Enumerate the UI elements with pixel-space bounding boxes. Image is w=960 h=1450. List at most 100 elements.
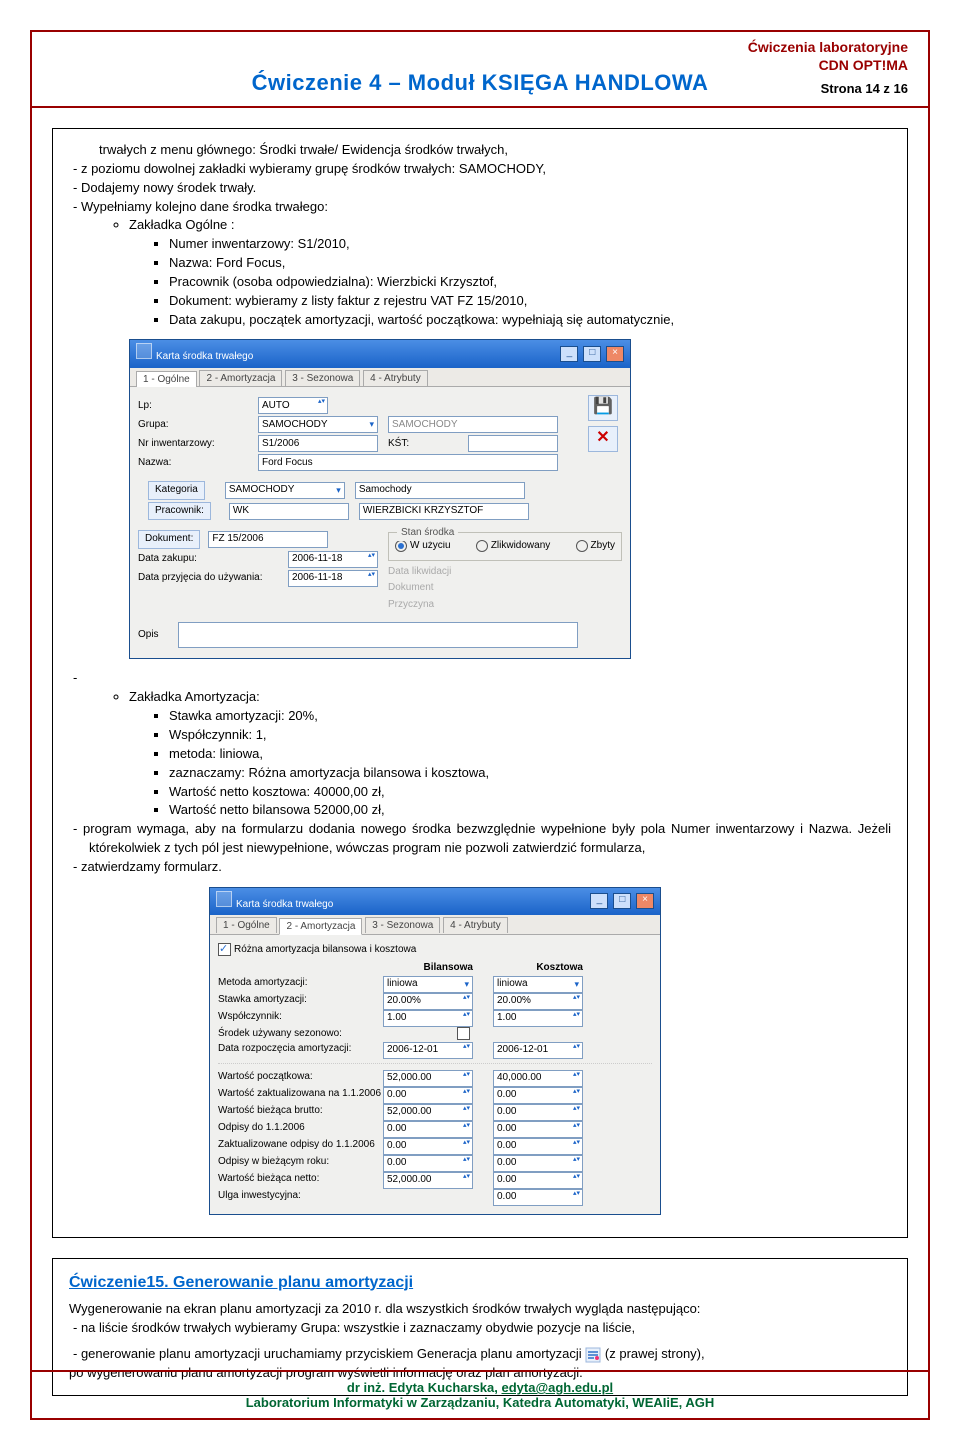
- minimize-button[interactable]: _: [560, 346, 578, 362]
- nrinw-label: Nr inwentarzowy:: [138, 437, 258, 452]
- nrinw-field[interactable]: S1/2006: [258, 435, 378, 452]
- lp-field[interactable]: AUTO: [258, 397, 328, 414]
- r-wartpocz: Wartość początkowa:: [218, 1070, 383, 1087]
- zod-bil[interactable]: 0.00: [383, 1138, 473, 1155]
- datarozp-bil[interactable]: 2006-12-01: [383, 1042, 473, 1059]
- wp-bil[interactable]: 52,000.00: [383, 1070, 473, 1087]
- chk-rozna[interactable]: [218, 943, 231, 956]
- data-zakupu-field[interactable]: 2006-11-18: [288, 551, 378, 568]
- wbb-kos[interactable]: 0.00: [493, 1104, 583, 1121]
- wbn-kos[interactable]: 0.00: [493, 1172, 583, 1189]
- maximize-button[interactable]: □: [613, 893, 631, 909]
- square-item: metoda: liniowa,: [169, 745, 891, 764]
- window-buttons: _ □ ×: [558, 346, 624, 362]
- minimize-button[interactable]: _: [590, 893, 608, 909]
- r-wartzakt: Wartość zaktualizowana na 1.1.2006: [218, 1087, 383, 1104]
- tab-amortyzacja[interactable]: 2 - Amortyzacja: [279, 918, 362, 935]
- ulga-kos[interactable]: 0.00: [493, 1189, 583, 1206]
- square-item: Pracownik (osoba odpowiedzialna): Wierzb…: [169, 273, 891, 292]
- kst-field[interactable]: [468, 435, 558, 452]
- tab-amortyzacja[interactable]: 2 - Amortyzacja: [199, 370, 282, 386]
- obr-kos[interactable]: 0.00: [493, 1155, 583, 1172]
- square-item: zaznaczamy: Różna amortyzacja bilansowa …: [169, 764, 891, 783]
- dokument-l-label: Dokument: [388, 581, 622, 596]
- save-button[interactable]: 💾: [588, 395, 618, 421]
- wsp-bil[interactable]: 1.00: [383, 1010, 473, 1027]
- cancel-button[interactable]: ✕: [588, 426, 618, 452]
- exercise-15-title: Ćwiczenie15. Generowanie planu amortyzac…: [69, 1271, 891, 1294]
- dash-item: program wymaga, aby na formularzu dodani…: [89, 820, 891, 858]
- titlebar[interactable]: Karta środka trwałego _ □ ×: [130, 340, 630, 368]
- close-button[interactable]: ×: [636, 893, 654, 909]
- wbb-bil[interactable]: 52,000.00: [383, 1104, 473, 1121]
- circle-list-2w: Zakładka Amortyzacja: Stawka amortyzacji…: [69, 669, 891, 820]
- radio-wuzyciu[interactable]: [395, 540, 407, 552]
- kategoria-button[interactable]: Kategoria: [148, 481, 205, 500]
- titlebar-2[interactable]: Karta środka trwałego _ □ ×: [210, 888, 660, 916]
- circle-item: Zakładka Ogólne : Numer inwentarzowy: S1…: [129, 216, 891, 329]
- col-bilansowa: Bilansowa: [383, 961, 473, 976]
- grupa-field-2[interactable]: SAMOCHODY: [388, 416, 558, 433]
- pracownik-field-2[interactable]: WIERZBICKI KRZYSZTOF: [359, 503, 529, 520]
- dokument-field[interactable]: FZ 15/2006: [208, 531, 328, 548]
- opis-field[interactable]: [178, 622, 578, 648]
- dokument-button[interactable]: Dokument:: [138, 530, 200, 549]
- tab-ogolne[interactable]: 1 - Ogólne: [216, 917, 277, 933]
- tab-atrybuty[interactable]: 4 - Atrybuty: [363, 370, 428, 386]
- square-item: Wartość netto bilansowa 52000,00 zł,: [169, 801, 891, 820]
- radio-zlikwidowany[interactable]: [476, 540, 488, 552]
- pracownik-button[interactable]: Pracownik:: [148, 502, 211, 521]
- chk-sezon[interactable]: [457, 1027, 470, 1040]
- tab-sezonowa[interactable]: 3 - Sezonowa: [285, 370, 360, 386]
- tab-sezonowa[interactable]: 3 - Sezonowa: [365, 917, 440, 933]
- wbn-bil[interactable]: 52,000.00: [383, 1172, 473, 1189]
- stawka-bil[interactable]: 20.00%: [383, 993, 473, 1010]
- square-item: Wartość netto kosztowa: 40000,00 zł,: [169, 783, 891, 802]
- obr-bil[interactable]: 0.00: [383, 1155, 473, 1172]
- stawka-kos[interactable]: 20.00%: [493, 993, 583, 1010]
- zod-kos[interactable]: 0.00: [493, 1138, 583, 1155]
- page-header: Ćwiczenia laboratoryjne CDN OPT!MA Ćwicz…: [32, 32, 928, 108]
- metoda-kos[interactable]: liniowa: [493, 976, 583, 993]
- r-sezon: Środek używany sezonowo:: [218, 1027, 383, 1042]
- radio-zbyty[interactable]: [576, 540, 588, 552]
- stan-fieldset: Stan środka W użyciu Zlikwidowany Zbyty: [388, 532, 622, 561]
- ex15-list-2: generowanie planu amortyzacji uruchamiam…: [69, 1345, 891, 1364]
- od1-kos[interactable]: 0.00: [493, 1121, 583, 1138]
- maximize-button[interactable]: □: [583, 346, 601, 362]
- r-datarozp: Data rozpoczęcia amortyzacji:: [218, 1042, 383, 1059]
- nazwa-field[interactable]: Ford Focus: [258, 454, 558, 471]
- square-item: Stawka amortyzacji: 20%,: [169, 707, 891, 726]
- r-metoda: Metoda amortyzacji:: [218, 976, 383, 993]
- dash-item: Wypełniamy kolejno dane środka trwałego:…: [89, 198, 891, 330]
- kategoria-field-2[interactable]: Samochody: [355, 482, 525, 499]
- wz-kos[interactable]: 0.00: [493, 1087, 583, 1104]
- tab-atrybuty[interactable]: 4 - Atrybuty: [443, 917, 508, 933]
- close-button[interactable]: ×: [606, 346, 624, 362]
- wsp-kos[interactable]: 1.00: [493, 1010, 583, 1027]
- intro-text: trwałych z menu głównego: Środki trwałe/…: [99, 141, 891, 160]
- nazwa-label: Nazwa:: [138, 456, 258, 471]
- dash-item: z poziomu dowolnej zakładki wybieramy gr…: [89, 160, 891, 179]
- window-body: 💾 ✕ Lp: AUTO Grupa: SAMOCHODY SAMOCHODY …: [130, 387, 630, 658]
- side-buttons: 💾 ✕: [588, 395, 620, 457]
- window-icon: [136, 343, 152, 359]
- wp-kos[interactable]: 40,000.00: [493, 1070, 583, 1087]
- pracownik-field[interactable]: WK: [229, 503, 349, 520]
- wz-bil[interactable]: 0.00: [383, 1087, 473, 1104]
- od1-bil[interactable]: 0.00: [383, 1121, 473, 1138]
- header-lab: Ćwiczenia laboratoryjne: [748, 38, 908, 56]
- kategoria-field[interactable]: SAMOCHODY: [225, 482, 345, 499]
- square-item: Współczynnik: 1,: [169, 726, 891, 745]
- window-body-2: Różna amortyzacja bilansowa i kosztowa B…: [210, 935, 660, 1214]
- kst-label: KŚT:: [388, 437, 468, 452]
- square-item: Nazwa: Ford Focus,: [169, 254, 891, 273]
- data-uzywania-field[interactable]: 2006-11-18: [288, 570, 378, 587]
- tab-ogolne[interactable]: 1 - Ogólne: [136, 371, 197, 388]
- metoda-bil[interactable]: liniowa: [383, 976, 473, 993]
- grupa-field[interactable]: SAMOCHODY: [258, 416, 378, 433]
- datarozp-kos[interactable]: 2006-12-01: [493, 1042, 583, 1059]
- chk-rozna-label: Różna amortyzacja bilansowa i kosztowa: [234, 944, 416, 955]
- dash-item: generowanie planu amortyzacji uruchamiam…: [89, 1345, 891, 1364]
- footer-email[interactable]: edyta@agh.edu.pl: [501, 1380, 613, 1395]
